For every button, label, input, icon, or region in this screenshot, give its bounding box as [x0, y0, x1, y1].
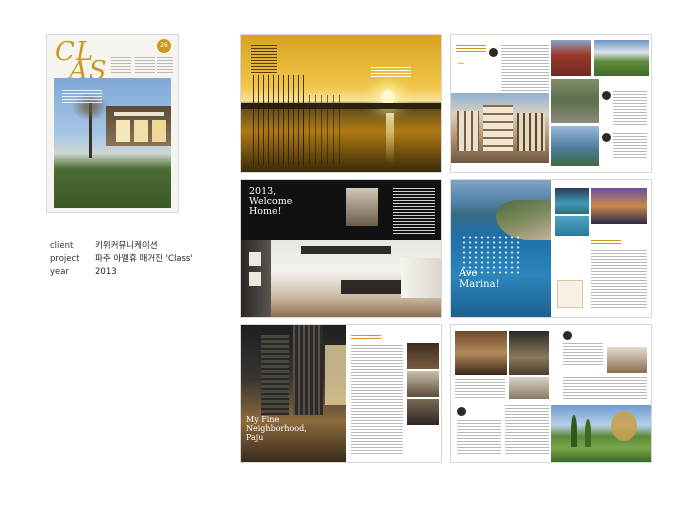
spread-text [591, 250, 647, 310]
spread-text [393, 188, 435, 234]
spread-text [563, 377, 647, 401]
photo-marina: Ave Marina! [451, 180, 551, 317]
photo-timber-houses [451, 93, 549, 163]
photo-interior-shelf [407, 371, 439, 397]
spread-text [371, 67, 411, 79]
cover-photo-house [54, 78, 171, 208]
photo-lake [551, 126, 599, 166]
photo-living-room [241, 240, 441, 317]
spread-heading [456, 45, 486, 53]
spread-text [563, 343, 603, 365]
photo-village [551, 79, 599, 123]
info-row-client: client 키위커뮤니케이션 [50, 241, 158, 251]
spread-script-mark: ~ [457, 59, 465, 69]
welcome-headline: 2013, Welcome Home! [249, 186, 293, 217]
welcome-header-band: 2013, Welcome Home! [241, 180, 441, 240]
spread-restaurants [451, 325, 651, 462]
map-box [557, 280, 583, 308]
photo-resort-pool [555, 188, 589, 214]
photo-park-trees [551, 405, 651, 462]
cover-contents-text [111, 57, 131, 73]
spread-text [613, 91, 647, 127]
spread-text [505, 405, 549, 455]
photo-cafe [509, 377, 549, 399]
info-row-project: project 파주 아멜휴 매거진 'Class' [50, 254, 193, 264]
spread-europe: ~ [451, 35, 651, 172]
photo-interior-lounge [407, 399, 439, 425]
photo-interior-bar [407, 343, 439, 369]
photo-pool-small [555, 216, 589, 236]
spread-neighborhood: My Fine Neighborhood, Paju [241, 325, 441, 462]
photo-store [607, 347, 647, 373]
spread-text [351, 345, 403, 455]
spread-text [501, 45, 549, 93]
spread-ave-marina: Ave Marina! [451, 180, 651, 317]
info-row-year: year 2013 [50, 267, 117, 277]
spread-text [455, 379, 505, 399]
project-info: client 키위커뮤니케이션 project 파주 아멜휴 매거진 'Class'… [50, 240, 193, 279]
neighborhood-headline: My Fine Neighborhood, Paju [246, 415, 307, 442]
spread-heading [591, 240, 621, 246]
cover-contents-text [135, 57, 155, 73]
spread-text [457, 420, 501, 456]
spread-welcome-home: 2013, Welcome Home! [241, 180, 441, 317]
photo-restaurant [455, 331, 507, 375]
spread-text [251, 45, 277, 75]
cover-issue-badge: 26 [157, 39, 171, 53]
photo-green-chalet [594, 40, 649, 76]
magazine-cover: CL AS S 26 [47, 35, 178, 212]
spread-text [613, 133, 647, 159]
spread-heading [351, 335, 381, 341]
photo-red-roofs [551, 40, 591, 76]
photo-resort-night [591, 188, 647, 224]
marina-headline: Ave Marina! [459, 268, 500, 290]
cover-contents-text [157, 57, 173, 73]
photo-dining [509, 331, 549, 375]
spread-sunset [241, 35, 441, 172]
photo-city-night: My Fine Neighborhood, Paju [241, 325, 346, 462]
